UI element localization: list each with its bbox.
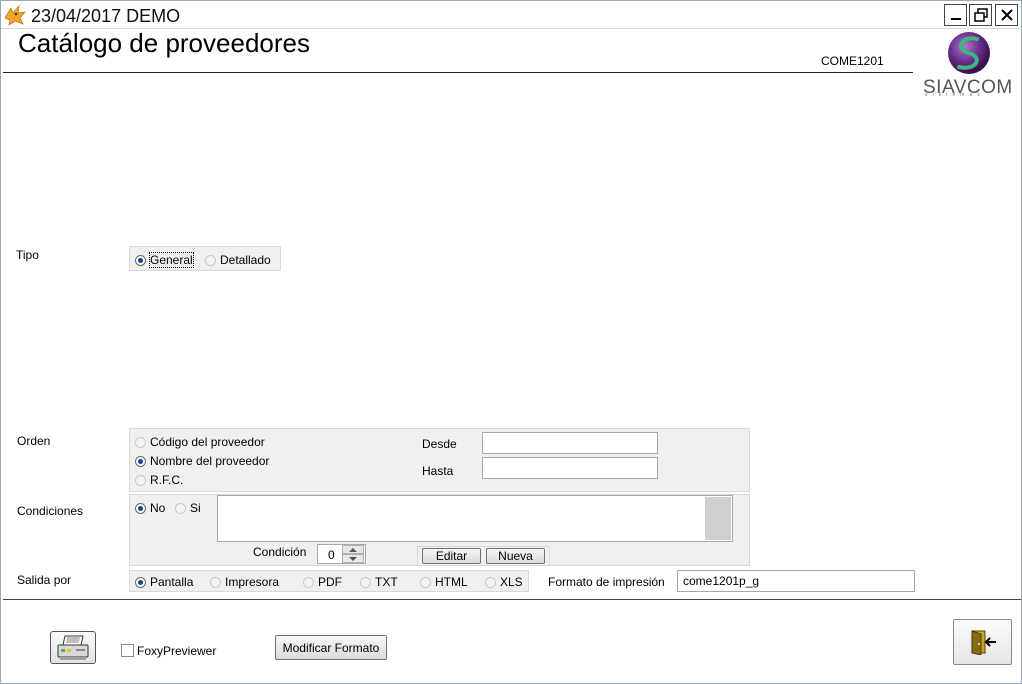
condiciones-label: Condiciones: [17, 504, 84, 518]
condiciones-option-label: No: [150, 501, 166, 515]
window-title: 23/04/2017 DEMO: [31, 6, 181, 26]
formato-label: Formato de impresión: [548, 575, 665, 589]
formato-input[interactable]: come1201p_g: [677, 570, 915, 592]
orden-label: Orden: [17, 434, 51, 448]
radio-unselected-icon: [360, 576, 371, 588]
radio-unselected-icon: [175, 502, 186, 514]
radio-selected-icon: [135, 254, 146, 266]
orden-option-label: R.F.C.: [150, 473, 184, 487]
orden-option-codigo[interactable]: Código del proveedor: [135, 435, 265, 449]
radio-unselected-icon: [135, 474, 146, 486]
app-window: 23/04/2017 DEMO Catálogo de proveedores …: [0, 0, 1022, 684]
salida-option-label: Impresora: [225, 575, 280, 589]
spin-down-button[interactable]: [342, 554, 364, 563]
tipo-option-detallado[interactable]: Detallado: [205, 253, 271, 267]
radio-unselected-icon: [420, 576, 431, 588]
desde-input[interactable]: [482, 432, 658, 454]
hasta-input[interactable]: [482, 457, 658, 479]
salida-option-pantalla[interactable]: Pantalla: [135, 575, 193, 589]
salida-option-impresora[interactable]: Impresora: [210, 575, 279, 589]
close-button[interactable]: [995, 4, 1018, 26]
editar-button[interactable]: Editar: [422, 548, 481, 564]
condiciones-option-no[interactable]: No: [135, 501, 165, 515]
fox-icon: [3, 4, 27, 26]
salida-option-label: PDF: [318, 575, 342, 589]
radio-selected-icon: [135, 502, 146, 514]
exit-button[interactable]: [953, 619, 1012, 665]
print-button[interactable]: [50, 631, 96, 664]
salida-option-label: XLS: [500, 575, 523, 589]
foxy-label: FoxyPreviewer: [137, 644, 217, 658]
hasta-label: Hasta: [422, 464, 454, 478]
footer-divider: [3, 599, 1021, 600]
tipo-option-label: General: [149, 252, 194, 268]
orden-option-nombre[interactable]: Nombre del proveedor: [135, 454, 269, 468]
minimize-icon: [950, 18, 961, 20]
foxy-checkbox[interactable]: [121, 644, 134, 657]
condiciones-option-si[interactable]: Si: [175, 501, 201, 515]
salida-option-label: TXT: [375, 575, 398, 589]
minimize-button[interactable]: [944, 4, 967, 26]
page-title: Catálogo de proveedores: [18, 28, 310, 58]
arrow-up-icon: [349, 547, 357, 552]
radio-selected-icon: [135, 576, 146, 588]
tipo-panel: General Detallado: [129, 246, 281, 271]
radio-unselected-icon: [205, 254, 216, 266]
exit-door-icon: [971, 630, 996, 655]
orden-option-rfc[interactable]: R.F.C.: [135, 473, 183, 487]
salida-option-label: Pantalla: [150, 575, 194, 589]
salida-option-label: HTML: [435, 575, 468, 589]
close-icon: [1000, 9, 1013, 21]
salida-option-pdf[interactable]: PDF: [303, 575, 342, 589]
radio-unselected-icon: [485, 576, 496, 588]
condiciones-textarea[interactable]: [217, 495, 733, 542]
condicion-label: Condición: [253, 545, 307, 559]
radio-unselected-icon: [303, 576, 314, 588]
condiciones-scrollbar[interactable]: [705, 497, 731, 540]
printer-icon: [57, 635, 89, 660]
salida-option-html[interactable]: HTML: [420, 575, 468, 589]
tipo-option-label: Detallado: [220, 253, 271, 267]
form-code: COME1201: [821, 54, 884, 68]
salida-option-txt[interactable]: TXT: [360, 575, 398, 589]
radio-unselected-icon: [210, 576, 221, 588]
condicion-stepper[interactable]: 0: [317, 544, 366, 564]
restore-icon: [973, 8, 988, 22]
radio-selected-icon: [135, 455, 146, 467]
tipo-label: Tipo: [16, 248, 39, 262]
orden-option-label: Código del proveedor: [150, 435, 265, 449]
modificar-formato-button[interactable]: Modificar Formato: [275, 635, 387, 660]
salida-option-xls[interactable]: XLS: [485, 575, 523, 589]
condiciones-option-label: Si: [190, 501, 201, 515]
header-divider: [3, 72, 913, 73]
arrow-down-icon: [349, 556, 357, 561]
orden-option-label: Nombre del proveedor: [150, 454, 270, 468]
nueva-button[interactable]: Nueva: [486, 548, 545, 564]
salida-panel: Pantalla Impresora PDF TXT HTML XLS: [129, 570, 529, 592]
logo-subtext: sistemas: [925, 92, 985, 98]
restore-button[interactable]: [969, 4, 992, 26]
desde-label: Desde: [422, 437, 457, 451]
condicion-value: 0: [328, 548, 335, 562]
salida-label: Salida por: [17, 573, 72, 587]
tipo-option-general[interactable]: General: [135, 252, 194, 268]
title-bar: 23/04/2017 DEMO: [1, 1, 1021, 29]
radio-unselected-icon: [135, 436, 146, 448]
spin-up-button[interactable]: [342, 545, 364, 554]
